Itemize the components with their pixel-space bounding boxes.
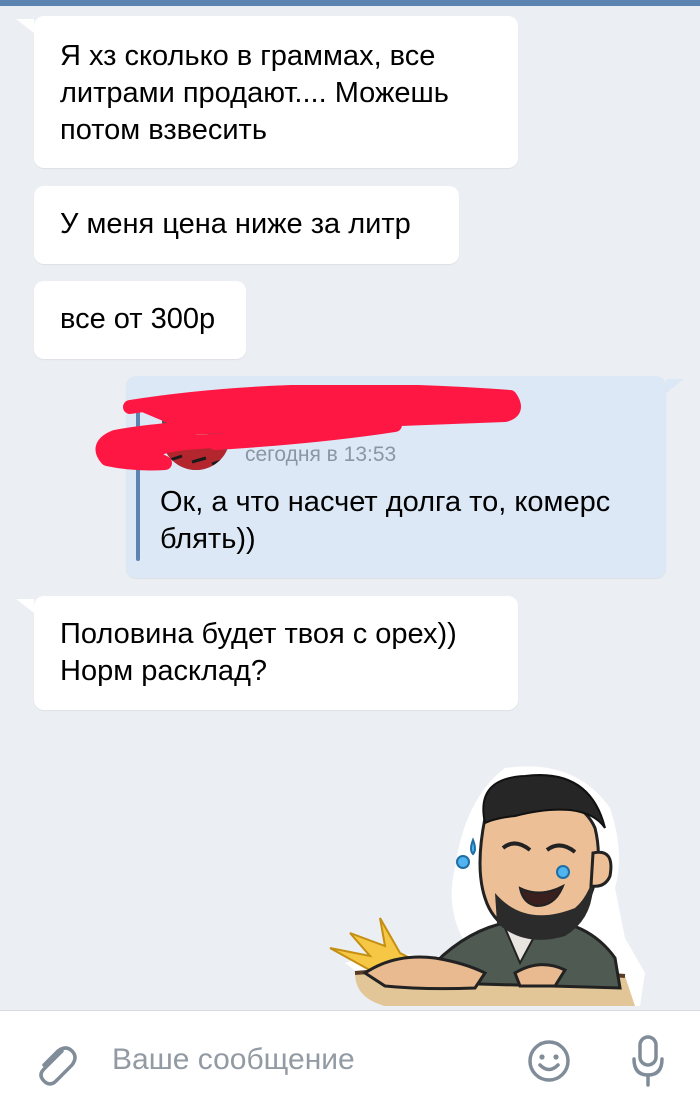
message-bubble[interactable]: Половина будет твоя с орех)) Норм раскла… [34, 596, 518, 710]
paperclip-icon[interactable] [30, 1039, 80, 1094]
message-bubble[interactable]: У меня цена ниже за литр [34, 186, 459, 264]
bubble-tail [16, 19, 34, 33]
message-text: У меня цена ниже за литр [60, 208, 411, 240]
emoji-icon[interactable] [526, 1038, 572, 1089]
message-composer: Ваше сообщение [0, 1010, 700, 1106]
forwarded-message-text: Ок, а что насчет долга то, комерс блять)… [160, 486, 611, 555]
bubble-tail [16, 599, 34, 613]
message-text: Половина будет твоя с орех)) Норм раскла… [60, 618, 457, 687]
message-input[interactable]: Ваше сообщение [112, 1043, 355, 1077]
bubble-tail [666, 379, 684, 393]
message-text: Я хз сколько в граммах, все литрами прод… [60, 40, 449, 146]
message-bubble[interactable]: все от 300р [34, 281, 246, 359]
microphone-icon[interactable] [628, 1033, 668, 1094]
top-accent-bar [0, 0, 700, 6]
message-text: все от 300р [60, 303, 216, 335]
sticker-laughing-man[interactable] [325, 758, 655, 1008]
forwarded-message-time: сегодня в 13:53 [245, 443, 397, 466]
message-bubble[interactable]: Я хз сколько в граммах, все литрами прод… [34, 16, 518, 168]
